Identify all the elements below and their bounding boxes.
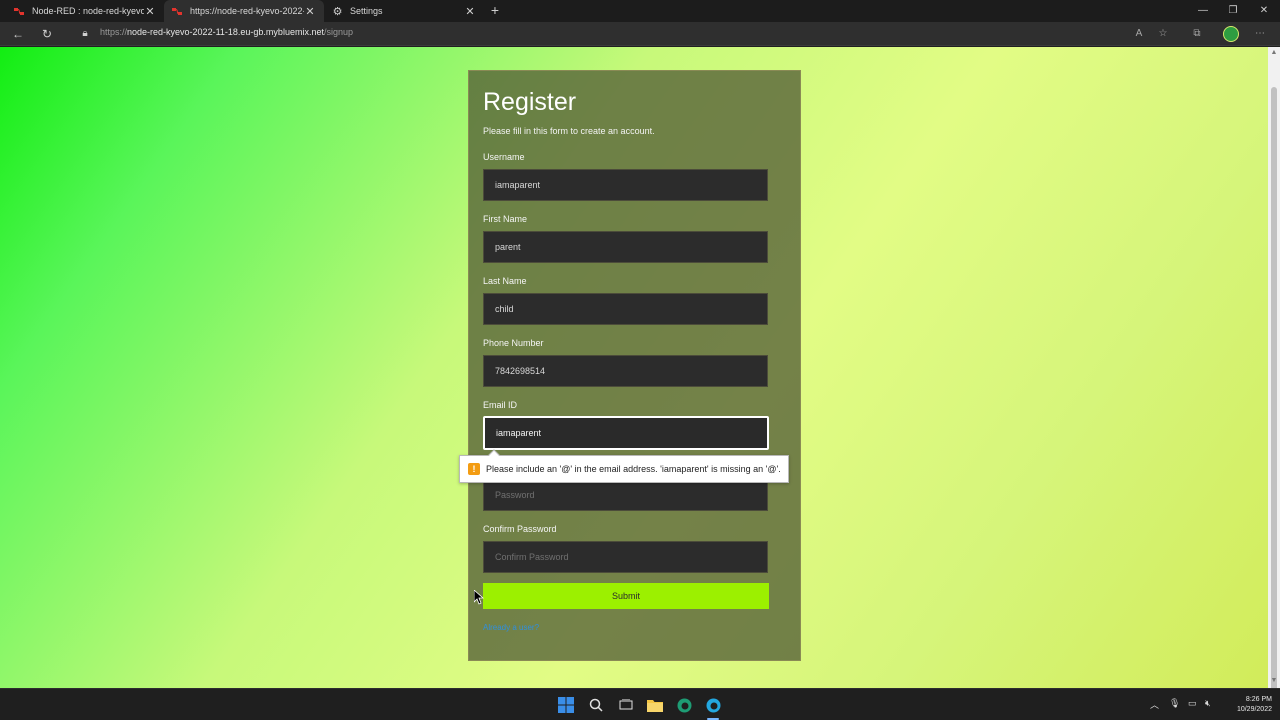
- scroll-up-icon[interactable]: ▲: [1268, 49, 1280, 56]
- mouse-cursor-icon: [474, 590, 484, 605]
- confirm-password-input[interactable]: Confirm Password: [483, 541, 768, 573]
- confirm-password-label: Confirm Password: [483, 524, 557, 534]
- edge-active-icon[interactable]: [704, 696, 722, 714]
- more-menu-icon[interactable]: ⋯: [1252, 26, 1268, 42]
- clock-time: 8:26 PM: [1245, 696, 1272, 703]
- scroll-down-icon[interactable]: ▼: [1268, 677, 1280, 684]
- form-subtitle: Please fill in this form to create an ac…: [483, 126, 655, 136]
- read-aloud-icon[interactable]: A: [1131, 26, 1147, 42]
- gear-icon: ⚙: [332, 5, 343, 18]
- edge-browser-icon[interactable]: [675, 696, 693, 714]
- close-window-icon[interactable]: ✕: [1249, 0, 1279, 22]
- windows-start-icon[interactable]: [557, 696, 575, 714]
- search-icon[interactable]: [587, 696, 605, 714]
- url-host: node-red-kyevo-2022-11-18.eu-gb.mybluemi…: [127, 27, 324, 37]
- first-name-label: First Name: [483, 214, 528, 224]
- username-input[interactable]: iamaparent: [483, 169, 768, 201]
- extensions-icon[interactable]: ⧉: [1189, 26, 1205, 42]
- tab-strip: Node-RED : node-red-kyevo-20 ✕ https://n…: [0, 0, 1280, 22]
- page-scrollbar[interactable]: ▲ ▼: [1268, 47, 1280, 697]
- warning-icon: !: [468, 463, 480, 475]
- page-viewport: Register Please fill in this form to cre…: [0, 47, 1268, 688]
- tab-signup[interactable]: https://node-red-kyevo-2022-11 ✕: [164, 0, 324, 22]
- url-scheme: https://: [100, 27, 128, 37]
- last-name-label: Last Name: [483, 276, 527, 286]
- username-label: Username: [483, 152, 525, 162]
- tab-title: Node-RED : node-red-kyevo-20: [32, 6, 144, 16]
- reload-icon[interactable]: ↻: [38, 26, 56, 42]
- task-view-icon[interactable]: [617, 696, 635, 714]
- tab-title: https://node-red-kyevo-2022-11: [190, 6, 304, 16]
- phone-label: Phone Number: [483, 338, 544, 348]
- first-name-input[interactable]: parent: [483, 231, 768, 263]
- tooltip-message: Please include an '@' in the email addre…: [486, 464, 781, 474]
- last-name-input[interactable]: child: [483, 293, 768, 325]
- node-red-icon: [172, 6, 183, 17]
- password-input[interactable]: Password: [483, 479, 768, 511]
- tab-settings[interactable]: ⚙ Settings ✕: [324, 0, 484, 22]
- email-validation-tooltip: ! Please include an '@' in the email add…: [459, 449, 789, 483]
- close-icon[interactable]: ✕: [464, 5, 476, 18]
- url-path: /signup: [323, 27, 353, 37]
- taskbar: ︿ 🎙︎ ▭ 🔇︎ 8:26 PM 10/29/2022: [0, 688, 1280, 720]
- url-field[interactable]: https://node-red-kyevo-2022-11-18.eu-gb.…: [100, 27, 353, 37]
- network-icon[interactable]: ▭: [1188, 698, 1197, 709]
- restore-icon[interactable]: ❐: [1218, 0, 1248, 22]
- submit-button[interactable]: Submit: [483, 583, 769, 609]
- node-red-icon: [14, 6, 25, 17]
- microphone-icon[interactable]: 🎙︎: [1169, 698, 1180, 709]
- login-link[interactable]: Already a user?: [483, 623, 539, 632]
- clock-date: 10/29/2022: [1236, 706, 1272, 713]
- email-input[interactable]: iamaparent: [483, 416, 769, 450]
- tab-title: Settings: [350, 6, 383, 16]
- system-clock[interactable]: 8:26 PM 10/29/2022: [1222, 695, 1272, 715]
- back-icon[interactable]: ←: [9, 26, 27, 42]
- address-bar-row: ← ↻ 🔒︎ https://node-red-kyevo-2022-11-18…: [0, 22, 1280, 46]
- favorite-star-icon[interactable]: ☆: [1155, 26, 1171, 42]
- minimize-icon[interactable]: —: [1188, 0, 1218, 22]
- register-card: Register Please fill in this form to cre…: [468, 70, 801, 661]
- profile-avatar[interactable]: [1223, 26, 1239, 42]
- lock-icon[interactable]: 🔒︎: [76, 26, 94, 42]
- file-explorer-icon[interactable]: [646, 696, 664, 714]
- close-icon[interactable]: ✕: [304, 5, 316, 18]
- tray-chevron-icon[interactable]: ︿: [1150, 698, 1159, 711]
- tab-node-red[interactable]: Node-RED : node-red-kyevo-20 ✕: [6, 0, 164, 22]
- page-title: Register: [483, 88, 577, 116]
- phone-input[interactable]: 7842698514: [483, 355, 768, 387]
- email-label: Email ID: [483, 400, 518, 410]
- close-icon[interactable]: ✕: [144, 5, 156, 18]
- scrollbar-thumb[interactable]: [1271, 87, 1277, 697]
- speaker-muted-icon[interactable]: 🔇︎: [1205, 698, 1211, 709]
- new-tab-button[interactable]: +: [487, 2, 503, 20]
